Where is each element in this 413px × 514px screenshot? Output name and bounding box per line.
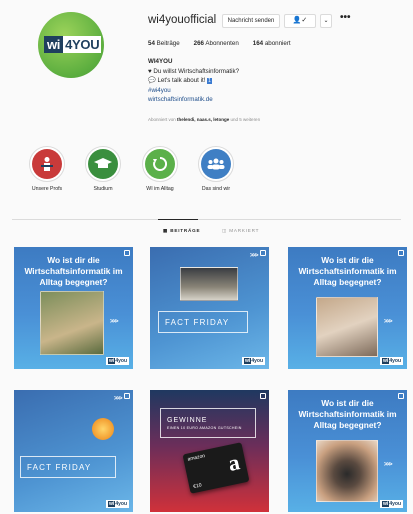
send-message-button[interactable]: Nachricht senden xyxy=(222,14,280,28)
active-tab-indicator xyxy=(158,219,198,220)
profile-bio: WI4YOU ♥ Du willst Wirtschaftsinformatik… xyxy=(148,57,358,105)
post-photo-camera xyxy=(316,440,378,502)
highlight-unsere-profs[interactable]: Unsere Profs xyxy=(26,146,68,192)
tabs-divider xyxy=(12,219,401,220)
followers-stat[interactable]: 266 Abonnenten xyxy=(194,40,239,47)
refresh-icon xyxy=(145,149,175,179)
post-5[interactable]: GEWINNE EINEN 10 EURO AMAZON GUTSCHEIN a… xyxy=(150,390,269,512)
amazon-giftcard: amazon a €10 xyxy=(182,442,250,494)
tag-icon: ◫ xyxy=(222,228,228,233)
bio-website-link[interactable]: wirtschaftsinformatik.de xyxy=(148,95,358,105)
profile-stats: 54 Beiträge 266 Abonnenten 164 abonniert xyxy=(148,40,291,47)
number-one-badge: 1 xyxy=(207,78,212,85)
wi4you-post-logo: wi4you xyxy=(242,357,265,365)
professor-icon xyxy=(32,149,62,179)
post-4[interactable]: >>> FACT FRIDAY wi4you xyxy=(14,390,133,512)
wi4you-post-logo: wi4you xyxy=(106,357,129,365)
group-icon xyxy=(201,149,231,179)
profile-name: WI4YOU xyxy=(148,58,173,65)
graduation-cap-icon xyxy=(88,149,118,179)
bio-line-2: 💬 Let's talk about it! 1 xyxy=(148,77,212,85)
followed-by-text[interactable]: Abonniert von thelendi, naas.s, letonge … xyxy=(148,117,260,122)
grid-icon: ▦ xyxy=(163,228,169,233)
post-2[interactable]: >>> FACT FRIDAY wi4you xyxy=(150,247,269,369)
tab-posts[interactable]: ▦ BEITRÄGE xyxy=(163,228,200,234)
bio-hashtag[interactable]: #wi4you xyxy=(148,86,358,96)
highlight-wi-im-alltag[interactable]: WI im Alltag xyxy=(139,146,181,192)
following-stat[interactable]: 164 abonniert xyxy=(253,40,291,47)
giveaway-box: GEWINNE EINEN 10 EURO AMAZON GUTSCHEIN xyxy=(160,408,256,438)
profile-username: wi4youofficial xyxy=(148,14,217,26)
tab-tagged[interactable]: ◫ MARKIERT xyxy=(222,228,259,234)
post-6[interactable]: Wo ist dir die Wirtschaftsinformatik im … xyxy=(288,390,407,512)
suggestions-dropdown-button[interactable]: ⌄ xyxy=(320,14,332,28)
multi-post-icon xyxy=(260,250,266,256)
highlight-studium[interactable]: Studium xyxy=(82,146,124,192)
fact-friday-box: FACT FRIDAY xyxy=(20,456,116,478)
post-photo-notebook xyxy=(180,267,238,301)
multi-post-icon xyxy=(260,393,266,399)
following-button[interactable]: 👤✓ xyxy=(284,14,316,28)
wi4you-post-logo: wi4you xyxy=(380,500,403,508)
bio-line-1: ♥ Du willst Wirtschaftsinformatik? xyxy=(148,67,240,75)
post-photo-smartphone xyxy=(316,297,378,357)
multi-post-icon xyxy=(124,393,130,399)
highlight-das-sind-wir[interactable]: Das sind wir xyxy=(195,146,237,192)
more-options-icon[interactable]: ••• xyxy=(340,12,351,23)
wi4you-post-logo: wi4you xyxy=(106,500,129,508)
post-photo-people xyxy=(40,291,104,355)
speech-bubble-icon: 💬 xyxy=(148,77,156,85)
lightbulb-icon xyxy=(92,418,114,440)
post-3[interactable]: Wo ist dir die Wirtschaftsinformatik im … xyxy=(288,247,407,369)
profile-avatar[interactable]: wi 4YOU xyxy=(38,12,104,78)
wi4you-post-logo: wi4you xyxy=(380,357,403,365)
fact-friday-box: FACT FRIDAY xyxy=(158,311,248,333)
post-1[interactable]: Wo ist dir die Wirtschaftsinformatik im … xyxy=(14,247,133,369)
heart-icon: ♥ xyxy=(148,67,152,75)
posts-stat: 54 Beiträge xyxy=(148,40,180,47)
amazon-logo: a xyxy=(225,449,242,477)
wi4you-logo: wi 4YOU xyxy=(44,36,102,54)
